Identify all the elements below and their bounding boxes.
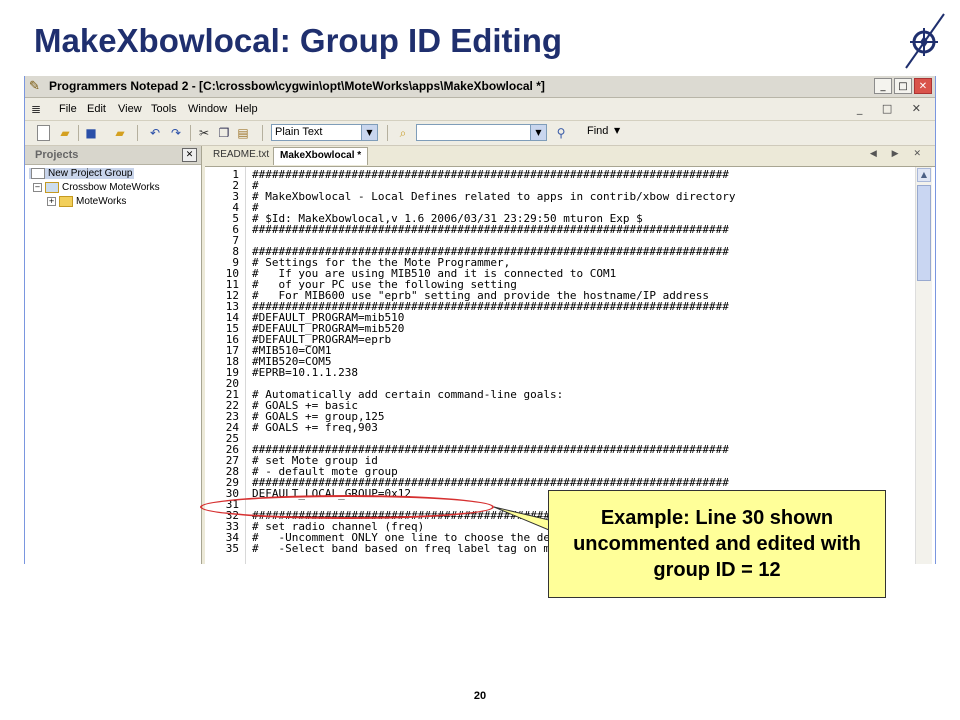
compass-logo-icon bbox=[905, 13, 945, 69]
document-menu-icon[interactable]: ≣ bbox=[31, 102, 41, 116]
tree-item-moteworks[interactable]: + MoteWorks bbox=[47, 196, 126, 207]
callout-box: Example: Line 30 shown uncommented and e… bbox=[548, 490, 886, 598]
folder-icon bbox=[59, 196, 73, 207]
close-button[interactable]: ✕ bbox=[914, 78, 932, 94]
tree-item-label: MoteWorks bbox=[76, 196, 127, 208]
find-icon[interactable]: ⚲ bbox=[553, 125, 569, 141]
project-icon bbox=[45, 182, 59, 193]
undo-icon[interactable]: ↶ bbox=[147, 125, 163, 141]
menu-file[interactable]: File bbox=[59, 103, 77, 115]
menu-tools[interactable]: Tools bbox=[151, 103, 177, 115]
code-line[interactable]: # MakeXbowlocal - Local Defines related … bbox=[252, 191, 735, 202]
open-file-icon[interactable]: ▰ bbox=[57, 125, 73, 141]
line-30-highlight-ring bbox=[200, 495, 494, 519]
projects-panel-header: Projects ✕ bbox=[25, 146, 201, 165]
slide-title: MakeXbowlocal: Group ID Editing bbox=[34, 22, 563, 59]
menu-edit[interactable]: Edit bbox=[87, 103, 106, 115]
search-input[interactable]: ▼ bbox=[416, 124, 547, 141]
paste-icon[interactable]: ▤ bbox=[235, 125, 251, 141]
tree-item-label: Crossbow MoteWorks bbox=[62, 182, 160, 194]
menu-view[interactable]: View bbox=[118, 103, 142, 115]
code-line[interactable]: ########################################… bbox=[252, 169, 729, 180]
tree-item-new-project-group[interactable]: New Project Group bbox=[29, 168, 135, 180]
scheme-select-value: Plain Text bbox=[275, 126, 323, 138]
window-title: Programmers Notepad 2 - [C:\crossbow\cyg… bbox=[49, 79, 545, 93]
tree-item-crossbow-moteworks[interactable]: − Crossbow MoteWorks bbox=[33, 182, 160, 193]
window-titlebar[interactable]: ✎ Programmers Notepad 2 - [C:\crossbow\c… bbox=[25, 76, 935, 98]
tab-readme[interactable]: README.txt bbox=[213, 149, 269, 160]
chevron-down-icon[interactable]: ▼ bbox=[361, 125, 377, 140]
projects-panel: Projects ✕ New Project Group − Crossbow M… bbox=[25, 146, 202, 564]
search-icon[interactable]: ⌕ bbox=[395, 125, 411, 141]
chevron-down-icon[interactable]: ▼ bbox=[530, 125, 546, 140]
minimize-button[interactable]: _ bbox=[874, 78, 892, 94]
expand-icon[interactable]: + bbox=[47, 197, 56, 206]
page-number: 20 bbox=[473, 690, 487, 702]
callout-text: Example: Line 30 shown uncommented and e… bbox=[573, 507, 861, 581]
scheme-select[interactable]: Plain Text ▼ bbox=[271, 124, 378, 141]
menu-bar: ≣ File Edit View Tools Window Help _ □ ✕ bbox=[25, 98, 935, 121]
maximize-button[interactable]: □ bbox=[894, 78, 912, 94]
menu-help[interactable]: Help bbox=[235, 103, 258, 115]
close-icon[interactable]: ✕ bbox=[182, 148, 197, 162]
vertical-scrollbar[interactable]: ▲ bbox=[915, 167, 932, 564]
tree-item-label: New Project Group bbox=[48, 168, 133, 180]
open-folder-icon[interactable]: ▰ bbox=[112, 125, 128, 141]
code-line[interactable]: ########################################… bbox=[252, 224, 729, 235]
cut-icon[interactable]: ✂ bbox=[196, 125, 212, 141]
tab-makexbowlocal[interactable]: MakeXbowlocal * bbox=[273, 147, 369, 165]
editor-tabs: README.txt MakeXbowlocal * ◀ ▶ ✕ bbox=[205, 146, 935, 167]
line-number: 35 bbox=[225, 542, 239, 555]
collapse-icon[interactable]: − bbox=[33, 183, 42, 192]
notepad-app-icon: ✎ bbox=[29, 78, 40, 93]
code-line[interactable]: # GOALS += freq,903 bbox=[252, 422, 378, 433]
copy-icon[interactable]: ❐ bbox=[216, 125, 232, 141]
projects-panel-title: Projects bbox=[35, 149, 79, 161]
mdi-window-buttons[interactable]: _ □ ✕ bbox=[857, 102, 929, 115]
find-dropdown-icon[interactable]: ▼ bbox=[614, 126, 620, 135]
find-button-label[interactable]: Find bbox=[587, 125, 608, 137]
scroll-up-icon[interactable]: ▲ bbox=[917, 168, 931, 182]
menu-window[interactable]: Window bbox=[188, 103, 227, 115]
project-group-icon bbox=[31, 168, 45, 179]
code-line[interactable]: #EPRB=10.1.1.238 bbox=[252, 367, 358, 378]
redo-icon[interactable]: ↷ bbox=[168, 125, 184, 141]
new-file-icon[interactable] bbox=[37, 125, 50, 141]
scroll-thumb[interactable] bbox=[917, 185, 931, 281]
save-icon[interactable]: ■ bbox=[83, 125, 99, 141]
tab-navigation-icons[interactable]: ◀ ▶ ✕ bbox=[870, 149, 927, 159]
main-toolbar: ▰ ■ ▰ ↶ ↷ ✂ ❐ ▤ Plain Text ▼ ⌕ ▼ ⚲ Find … bbox=[25, 121, 935, 146]
